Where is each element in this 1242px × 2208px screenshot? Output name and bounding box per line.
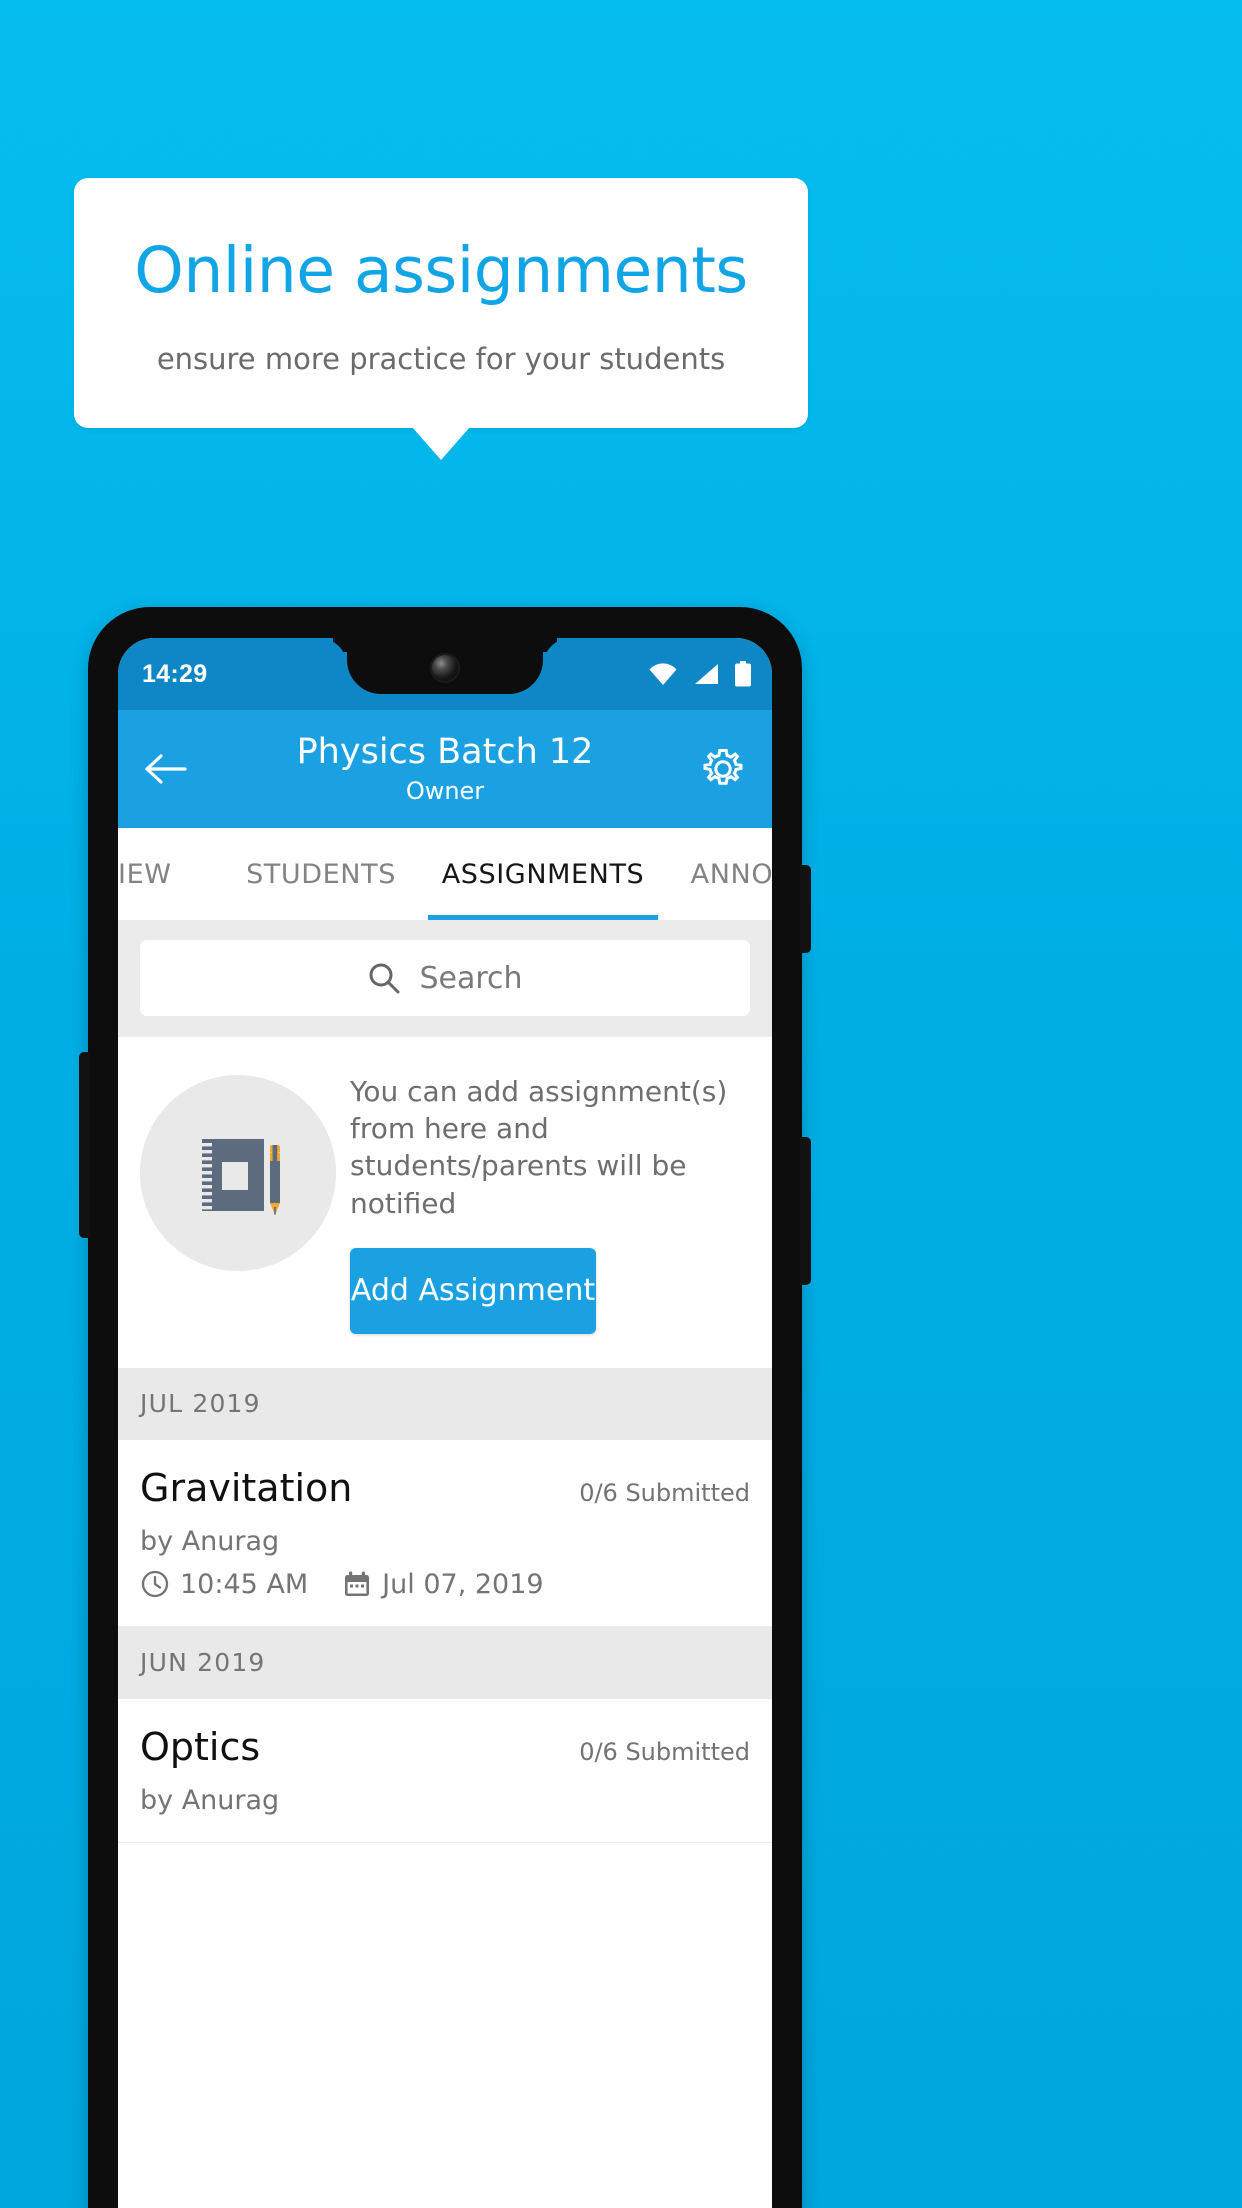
status-icons bbox=[648, 661, 752, 687]
assignment-author: by Anurag bbox=[140, 1784, 280, 1816]
assignment-row-header: Optics 0/6 Submitted bbox=[140, 1725, 750, 1769]
calendar-icon bbox=[342, 1569, 372, 1599]
promo-text: You can add assignment(s) from here and … bbox=[350, 1075, 728, 1220]
tab-overview[interactable]: IEW bbox=[118, 828, 214, 920]
front-camera bbox=[432, 655, 458, 681]
gear-icon[interactable] bbox=[700, 746, 746, 792]
tab-students[interactable]: STUDENTS bbox=[214, 828, 428, 920]
assignment-submitted-count: 0/6 Submitted bbox=[579, 1478, 750, 1507]
promo-banner-card: Online assignments ensure more practice … bbox=[74, 178, 808, 428]
phone-volume-button bbox=[800, 1137, 811, 1285]
app-bar-titles: Physics Batch 12 Owner bbox=[118, 732, 772, 805]
add-assignment-button[interactable]: Add Assignment bbox=[350, 1247, 596, 1334]
search-icon bbox=[367, 961, 401, 995]
assignment-submitted-count: 0/6 Submitted bbox=[579, 1737, 750, 1766]
battery-icon bbox=[734, 661, 752, 687]
status-bar: 14:29 bbox=[118, 638, 772, 710]
month-header-jul: JUL 2019 bbox=[118, 1367, 772, 1440]
phone-screen: 14:29 Physics Batch 12 Owner IEW STUDENT… bbox=[118, 638, 772, 2208]
signal-icon bbox=[692, 662, 720, 686]
search-placeholder: Search bbox=[419, 960, 523, 996]
promo-banner-subtitle: ensure more practice for your students bbox=[156, 341, 726, 376]
clock-icon bbox=[140, 1569, 170, 1599]
phone-mockup: 14:29 Physics Batch 12 Owner IEW STUDENT… bbox=[79, 607, 811, 2208]
promo-banner-title: Online assignments bbox=[134, 233, 748, 307]
search-input[interactable]: Search bbox=[140, 940, 750, 1016]
add-assignment-promo: You can add assignment(s) from here and … bbox=[118, 1037, 772, 1368]
wifi-icon bbox=[648, 662, 678, 686]
assignment-title: Gravitation bbox=[140, 1465, 353, 1510]
search-area: Search bbox=[118, 921, 772, 1037]
phone-side-button-left bbox=[79, 1052, 90, 1238]
promo-content: You can add assignment(s) from here and … bbox=[336, 1067, 752, 1334]
page-title: Physics Batch 12 bbox=[296, 732, 594, 773]
promo-banner-tail bbox=[412, 427, 470, 460]
page-subtitle: Owner bbox=[405, 776, 485, 805]
assignment-row[interactable]: Gravitation 0/6 Submitted by Anurag 10:4… bbox=[118, 1439, 772, 1627]
assignment-time: 10:45 AM bbox=[180, 1568, 309, 1600]
notebook-and-pen-icon bbox=[140, 1075, 336, 1271]
assignment-author: by Anurag bbox=[140, 1525, 280, 1557]
month-header-jun: JUN 2019 bbox=[118, 1626, 772, 1699]
tab-bar: IEW STUDENTS ASSIGNMENTS ANNOUNCEM bbox=[118, 828, 772, 921]
assignment-date: Jul 07, 2019 bbox=[382, 1568, 544, 1600]
status-time: 14:29 bbox=[142, 659, 208, 688]
assignment-row-header: Gravitation 0/6 Submitted bbox=[140, 1466, 750, 1510]
assignment-row[interactable]: Optics 0/6 Submitted by Anurag bbox=[118, 1698, 772, 1843]
assignment-title: Optics bbox=[140, 1724, 261, 1769]
tab-assignments[interactable]: ASSIGNMENTS bbox=[428, 828, 658, 920]
assignment-meta: 10:45 AM Jul 07, 2019 bbox=[140, 1569, 750, 1600]
back-arrow-icon[interactable] bbox=[144, 752, 188, 786]
tab-announcements[interactable]: ANNOUNCEM bbox=[658, 828, 772, 920]
phone-power-button bbox=[800, 865, 811, 953]
app-bar: Physics Batch 12 Owner bbox=[118, 710, 772, 828]
